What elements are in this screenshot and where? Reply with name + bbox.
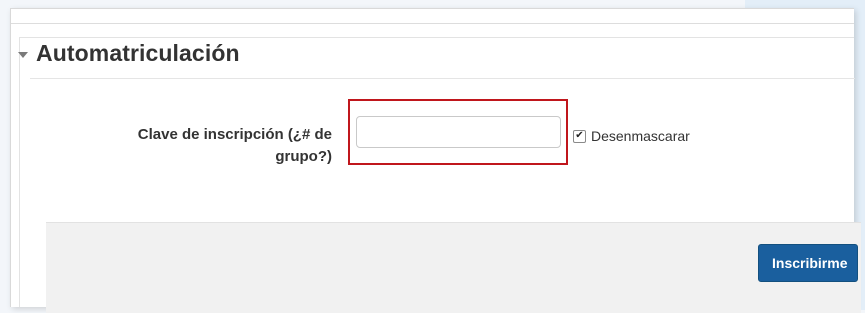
section-header[interactable]: Automatriculación xyxy=(18,40,240,67)
unmask-toggle[interactable]: ✔ Desenmascarar xyxy=(573,128,690,144)
enrol-me-button[interactable]: Inscribirme xyxy=(758,244,858,282)
enrolment-key-input[interactable] xyxy=(356,116,561,148)
unmask-checkbox[interactable]: ✔ xyxy=(573,129,586,143)
previous-section-edge xyxy=(11,9,854,24)
unmask-label: Desenmascarar xyxy=(591,128,690,144)
caret-down-icon[interactable] xyxy=(18,51,28,58)
enrolment-key-label-line1: Clave de inscripción (¿# de xyxy=(137,126,332,143)
enrolment-key-label-line2: grupo?) xyxy=(275,148,332,165)
section-title: Automatriculación xyxy=(36,40,240,66)
form-footer xyxy=(46,222,861,313)
enrolment-key-label: Clave de inscripción (¿# de grupo?) xyxy=(108,124,332,168)
section-divider xyxy=(30,78,855,79)
